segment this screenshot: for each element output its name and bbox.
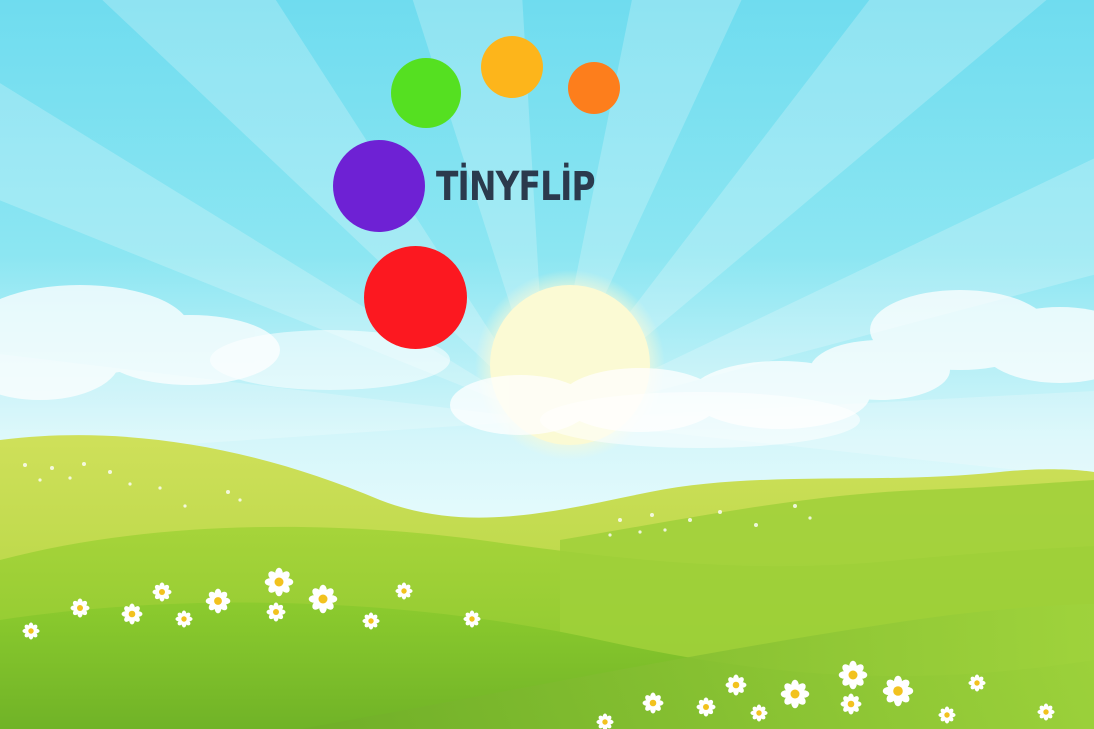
logo-dot-green [391,58,461,128]
logo-dot-orange [568,62,620,114]
landscape-background [0,0,1094,729]
logo-dot-yellow [481,36,543,98]
game-screen: TİNYFLİP [0,0,1094,729]
logo-dot-red [364,246,467,349]
logo-wordmark: TİNYFLİP [436,164,596,210]
logo-dot-purple [333,140,425,232]
